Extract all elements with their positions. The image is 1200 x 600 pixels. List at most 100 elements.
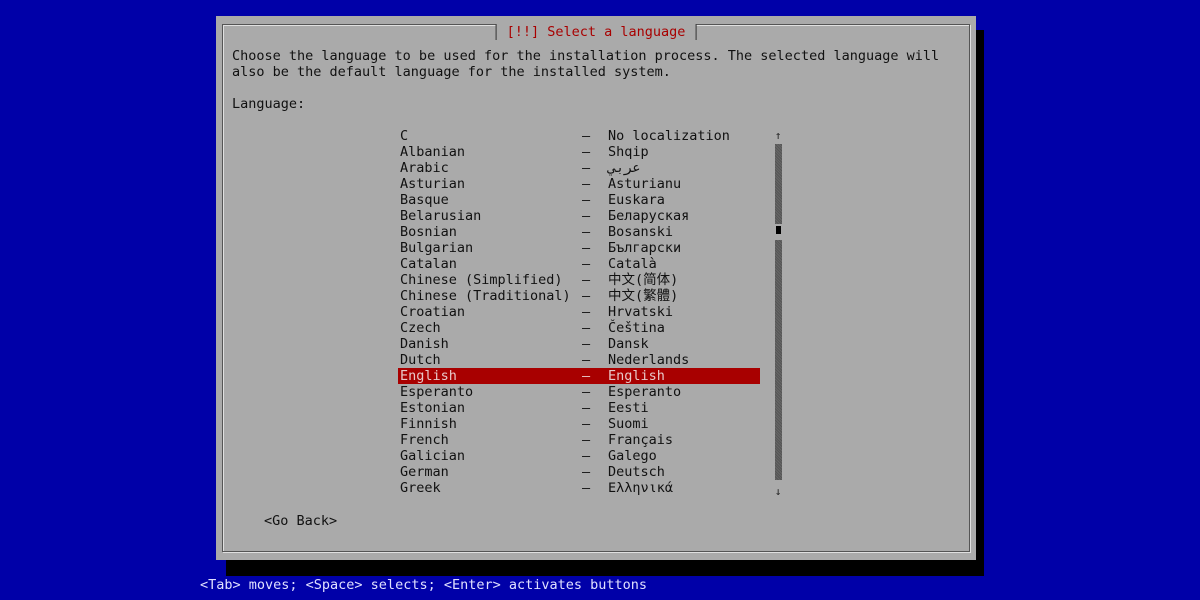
scrollbar-track-lower[interactable] xyxy=(775,240,782,480)
language-native-name: Français xyxy=(608,432,674,448)
language-name: Belarusian xyxy=(400,208,482,224)
language-name: Albanian xyxy=(400,144,466,160)
language-name: Finnish xyxy=(400,416,457,432)
language-name: C xyxy=(400,128,409,144)
language-native-name: Euskara xyxy=(608,192,665,208)
language-name: Estonian xyxy=(400,400,466,416)
separator-dash: – xyxy=(582,320,591,336)
language-native-name: Ελληνικά xyxy=(608,480,674,496)
language-name: Arabic xyxy=(400,160,449,176)
language-native-name: Hrvatski xyxy=(608,304,674,320)
language-option[interactable]: Arabic – عربي xyxy=(398,160,760,176)
language-option[interactable]: Chinese (Simplified) – 中文(简体) xyxy=(398,272,760,288)
language-option[interactable]: Bulgarian – Български xyxy=(398,240,760,256)
separator-dash: – xyxy=(582,208,591,224)
language-option[interactable]: Czech – Čeština xyxy=(398,320,760,336)
language-native-name: Nederlands xyxy=(608,352,690,368)
language-option[interactable]: Albanian – Shqip xyxy=(398,144,760,160)
language-option[interactable]: Bosnian – Bosanski xyxy=(398,224,760,240)
language-native-name: Български xyxy=(608,240,682,256)
language-native-name: Asturianu xyxy=(608,176,682,192)
status-bar-hint: <Tab> moves; <Space> selects; <Enter> ac… xyxy=(200,577,648,593)
language-option[interactable]: Asturian – Asturianu xyxy=(398,176,760,192)
language-list[interactable]: C – No localization Albanian – Shqip Arabic – عر… xyxy=(398,128,760,496)
scrollbar-thumb[interactable] xyxy=(776,226,781,234)
language-native-name: Dansk xyxy=(608,336,649,352)
separator-dash: – xyxy=(582,336,591,352)
language-name: Bulgarian xyxy=(400,240,474,256)
language-option[interactable]: English – English xyxy=(398,368,760,384)
language-option[interactable]: Basque – Euskara xyxy=(398,192,760,208)
language-native-name: عربي xyxy=(608,160,641,176)
separator-dash: – xyxy=(582,272,591,288)
language-label: Language: xyxy=(232,96,306,112)
language-option[interactable]: Estonian – Eesti xyxy=(398,400,760,416)
language-option[interactable]: Esperanto – Esperanto xyxy=(398,384,760,400)
language-option[interactable]: C – No localization xyxy=(398,128,760,144)
language-native-name: Deutsch xyxy=(608,464,665,480)
separator-dash: – xyxy=(582,352,591,368)
language-option[interactable]: Croatian – Hrvatski xyxy=(398,304,760,320)
language-name: Croatian xyxy=(400,304,466,320)
language-native-name: Беларуская xyxy=(608,208,690,224)
language-native-name: 中文(繁體) xyxy=(608,288,679,304)
language-option[interactable]: German – Deutsch xyxy=(398,464,760,480)
dialog-description: Choose the language to be used for the i… xyxy=(232,48,940,80)
separator-dash: – xyxy=(582,416,591,432)
language-name: Esperanto xyxy=(400,384,474,400)
scrollbar-track-upper[interactable] xyxy=(775,144,782,224)
separator-dash: – xyxy=(582,288,591,304)
language-name: Galician xyxy=(400,448,466,464)
language-name: Chinese (Traditional) xyxy=(400,288,571,304)
language-name: Greek xyxy=(400,480,441,496)
separator-dash: – xyxy=(582,400,591,416)
language-name: Catalan xyxy=(400,256,457,272)
separator-dash: – xyxy=(582,144,591,160)
separator-dash: – xyxy=(582,240,591,256)
separator-dash: – xyxy=(582,464,591,480)
language-option[interactable]: Danish – Dansk xyxy=(398,336,760,352)
language-native-name: Čeština xyxy=(608,320,665,336)
language-name: German xyxy=(400,464,449,480)
language-name: Basque xyxy=(400,192,449,208)
language-native-name: 中文(简体) xyxy=(608,272,679,288)
separator-dash: – xyxy=(582,368,591,384)
language-native-name: Català xyxy=(608,256,657,272)
language-option[interactable]: Galician – Galego xyxy=(398,448,760,464)
separator-dash: – xyxy=(582,128,591,144)
language-option[interactable]: Dutch – Nederlands xyxy=(398,352,760,368)
language-native-name: Eesti xyxy=(608,400,649,416)
separator-dash: – xyxy=(582,480,591,496)
language-native-name: Suomi xyxy=(608,416,649,432)
language-option[interactable]: Greek – Ελληνικά xyxy=(398,480,760,496)
language-option[interactable]: French – Français xyxy=(398,432,760,448)
language-native-name: Bosanski xyxy=(608,224,674,240)
language-dialog: [!!] Select a language Choose the langua… xyxy=(216,16,976,560)
language-native-name: No localization xyxy=(608,128,730,144)
language-option[interactable]: Finnish – Suomi xyxy=(398,416,760,432)
separator-dash: – xyxy=(582,384,591,400)
language-name: Chinese (Simplified) xyxy=(400,272,563,288)
language-option[interactable]: Catalan – Català xyxy=(398,256,760,272)
scroll-down-arrow-icon[interactable]: ↓ xyxy=(772,486,784,498)
language-name: French xyxy=(400,432,449,448)
language-native-name: Shqip xyxy=(608,144,649,160)
separator-dash: – xyxy=(582,448,591,464)
language-native-name: Esperanto xyxy=(608,384,682,400)
language-name: Czech xyxy=(400,320,441,336)
dialog-title: [!!] Select a language xyxy=(495,24,697,40)
separator-dash: – xyxy=(582,192,591,208)
scroll-up-arrow-icon[interactable]: ↑ xyxy=(772,130,784,142)
separator-dash: – xyxy=(582,160,591,176)
language-name: Dutch xyxy=(400,352,441,368)
separator-dash: – xyxy=(582,256,591,272)
language-native-name: English xyxy=(608,368,665,384)
scrollbar[interactable]: ↑ ↓ xyxy=(772,128,784,498)
language-name: Asturian xyxy=(400,176,466,192)
separator-dash: – xyxy=(582,176,591,192)
go-back-button[interactable]: <Go Back> xyxy=(264,513,337,529)
language-option[interactable]: Chinese (Traditional) – 中文(繁體) xyxy=(398,288,760,304)
separator-dash: – xyxy=(582,304,591,320)
language-name: Danish xyxy=(400,336,449,352)
language-option[interactable]: Belarusian – Беларуская xyxy=(398,208,760,224)
